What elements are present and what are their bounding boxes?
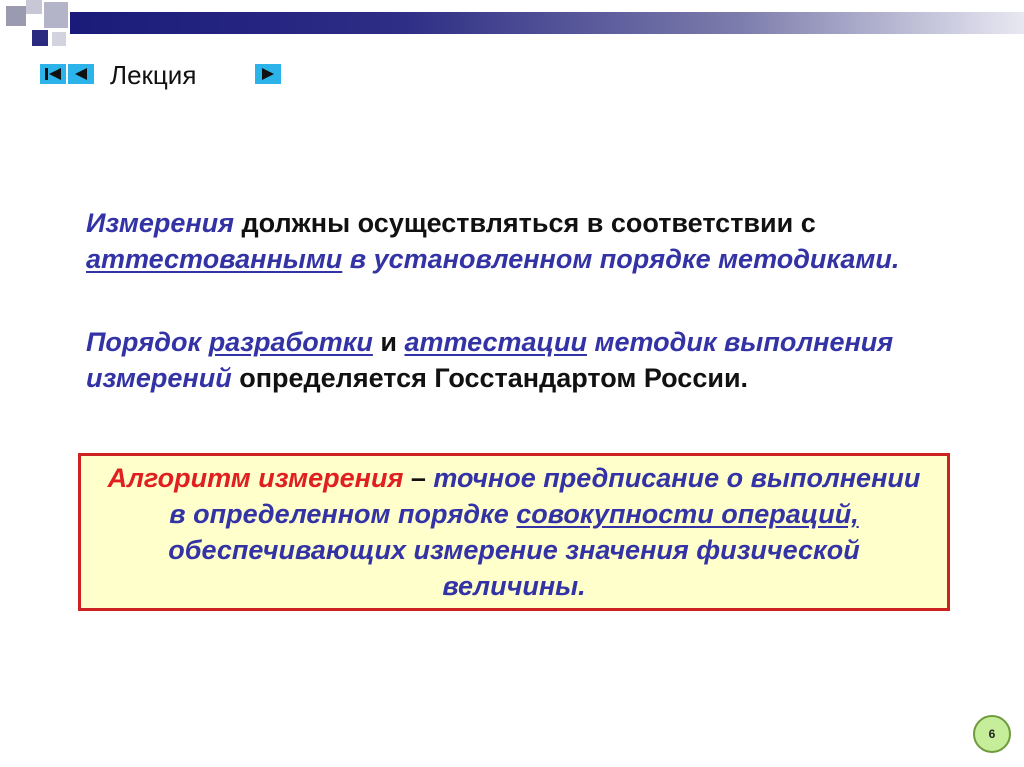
development-procedure-paragraph: Порядок разработки и аттестации методик … xyxy=(86,324,966,396)
previous-slide-button[interactable] xyxy=(68,64,94,84)
next-slide-button[interactable] xyxy=(255,64,281,84)
lecture-label: Лекция xyxy=(110,60,197,90)
decorative-square xyxy=(6,6,26,26)
skip-to-first-icon xyxy=(45,68,61,80)
paragraph-text: Порядок xyxy=(86,327,209,357)
page-number-badge: 6 xyxy=(973,715,1011,753)
previous-icon xyxy=(75,68,87,80)
first-slide-button[interactable] xyxy=(40,64,66,84)
decorative-square xyxy=(44,2,68,28)
algorithm-definition-box: Алгоритм измерения – точное предписание … xyxy=(78,453,950,611)
definition-text: обеспечивающих измерение значения физиче… xyxy=(168,535,860,601)
certified-link[interactable]: аттестованными xyxy=(86,244,342,274)
measurement-requirement-paragraph: Измерения должны осуществляться в соотве… xyxy=(86,205,966,277)
decorative-square xyxy=(32,30,48,46)
certification-link[interactable]: аттестации xyxy=(405,327,588,357)
operations-link[interactable]: совокупности операций, xyxy=(516,499,858,529)
paragraph-text: определяется Госстандартом России. xyxy=(231,363,749,393)
term-algorithm: Алгоритм измерения xyxy=(107,463,404,493)
title-bar-decoration xyxy=(70,12,1024,34)
development-link[interactable]: разработки xyxy=(209,327,373,357)
paragraph-text: в установленном порядке методиками. xyxy=(342,244,900,274)
next-icon xyxy=(262,68,274,80)
paragraph-text: должны осуществляться в соответствии с xyxy=(234,208,816,238)
dash: – xyxy=(403,463,434,493)
paragraph-text: и xyxy=(372,327,405,357)
decorative-square xyxy=(26,0,42,14)
page-number: 6 xyxy=(988,727,996,741)
term-measurements: Измерения xyxy=(86,208,235,238)
decorative-square xyxy=(52,32,66,46)
